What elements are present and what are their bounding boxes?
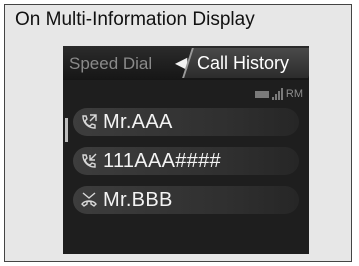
tab-speed-dial[interactable]: Speed Dial (69, 54, 152, 74)
outgoing-call-icon (82, 114, 97, 129)
figure-caption: On Multi-Information Display (5, 5, 351, 39)
status-indicators: RM (254, 86, 303, 100)
call-history-item-label: Mr.AAA (103, 110, 173, 133)
incoming-call-icon (82, 153, 97, 168)
tab-bar: Speed Dial ◀ Call History (63, 46, 309, 80)
call-history-item-label: Mr.BBB (103, 188, 173, 211)
missed-call-icon (81, 192, 97, 207)
multi-information-display: Speed Dial ◀ Call History RM Mr.AAA 111A… (63, 46, 309, 254)
figure-frame: On Multi-Information Display Speed Dial … (4, 4, 352, 262)
call-history-item[interactable]: Mr.BBB (73, 186, 299, 214)
scroll-position-indicator (65, 118, 68, 142)
battery-icon (254, 91, 269, 98)
roaming-indicator: RM (285, 88, 303, 100)
call-history-item[interactable]: Mr.AAA (73, 108, 299, 136)
call-history-item-label: 111AAA#### (103, 149, 221, 172)
signal-strength-icon (271, 88, 283, 100)
call-history-item[interactable]: 111AAA#### (73, 147, 299, 175)
tab-call-history[interactable]: Call History (197, 53, 289, 74)
